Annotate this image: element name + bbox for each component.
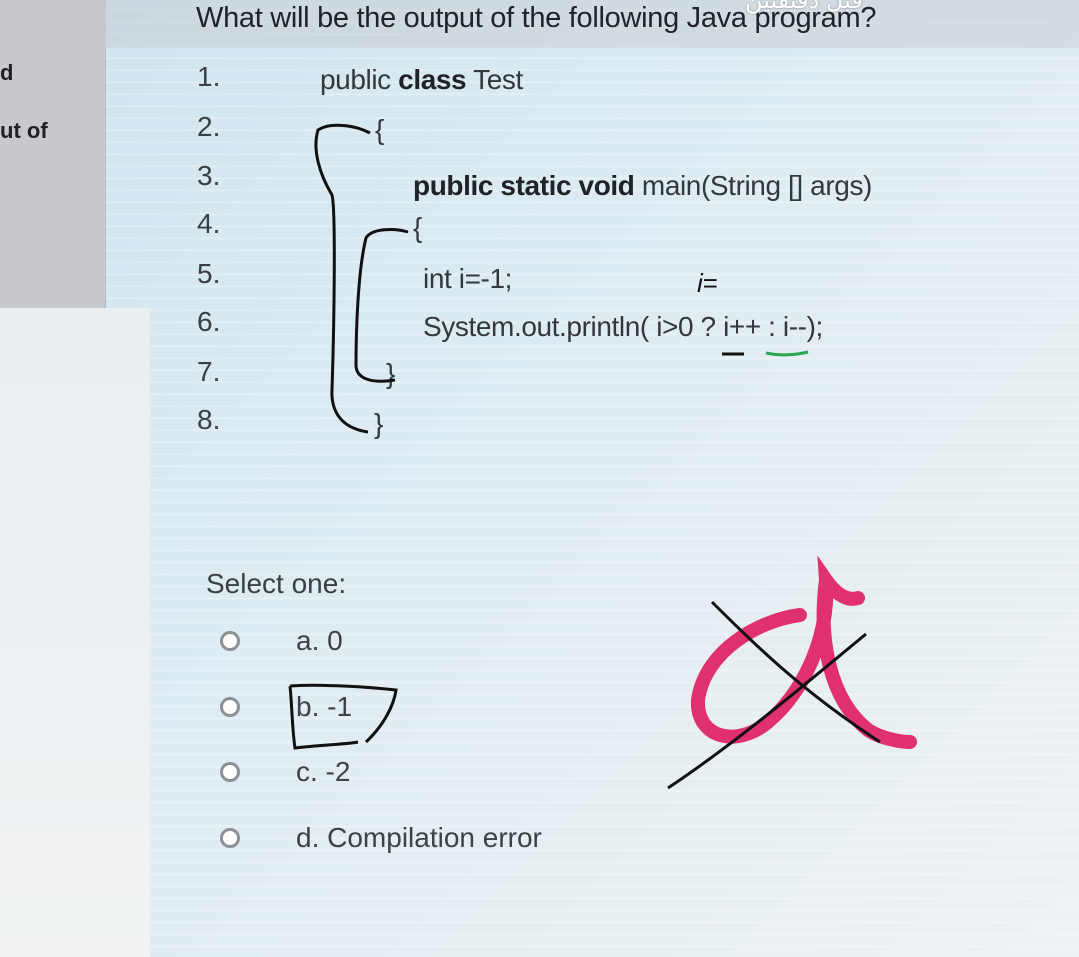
inner-brace-mark bbox=[354, 228, 409, 383]
option-b-box-mark bbox=[288, 683, 398, 750]
outer-brace-mark bbox=[314, 123, 371, 434]
annotation-layer bbox=[288, 123, 917, 790]
underline-green-mark bbox=[765, 350, 809, 357]
pink-answer-mark bbox=[691, 555, 917, 749]
